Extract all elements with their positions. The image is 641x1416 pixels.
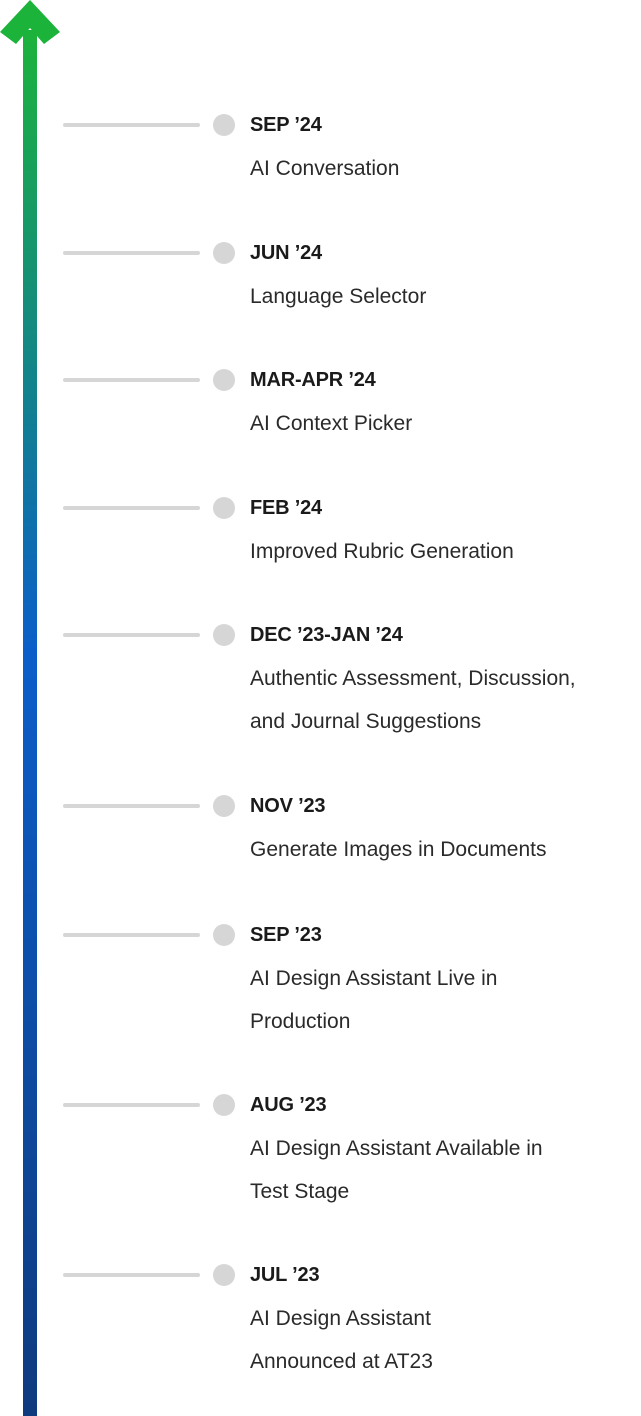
event-title: Authentic Assessment, Discussion, [250, 667, 576, 690]
event-dot [213, 114, 235, 136]
timeline-line [23, 30, 37, 1416]
event-date: MAR-APR ’24 [250, 369, 376, 391]
event-dot [213, 242, 235, 264]
event-title: AI Conversation [250, 157, 400, 180]
timeline-arrow [0, 0, 60, 1416]
timeline-axis [0, 0, 60, 1416]
event-dot [213, 1264, 235, 1286]
event-dot [213, 624, 235, 646]
event-connector [63, 1273, 200, 1277]
event-date: FEB ’24 [250, 497, 322, 519]
event-title: Announced at AT23 [250, 1350, 433, 1373]
event-dot [213, 795, 235, 817]
event-connector [63, 1103, 200, 1107]
event-title: Generate Images in Documents [250, 838, 547, 861]
event-date: SEP ’23 [250, 924, 322, 946]
event-title: Production [250, 1010, 351, 1033]
event-dot [213, 924, 235, 946]
event-title: AI Design Assistant Available in [250, 1137, 543, 1160]
event-connector [63, 804, 200, 808]
event-title: AI Design Assistant [250, 1307, 431, 1330]
event-connector [63, 378, 200, 382]
event-title: AI Design Assistant Live in [250, 967, 498, 990]
event-dot [213, 497, 235, 519]
event-connector [63, 933, 200, 937]
event-connector [63, 251, 200, 255]
event-title: Language Selector [250, 285, 427, 308]
event-dot [213, 369, 235, 391]
event-date: DEC ’23-JAN ’24 [250, 624, 403, 646]
event-date: JUN ’24 [250, 242, 322, 264]
event-date: AUG ’23 [250, 1094, 327, 1116]
event-title: AI Context Picker [250, 412, 413, 435]
event-title: Test Stage [250, 1180, 350, 1203]
event-date: NOV ’23 [250, 795, 326, 817]
event-title: and Journal Suggestions [250, 710, 482, 733]
event-connector [63, 506, 200, 510]
event-date: SEP ’24 [250, 114, 322, 136]
event-title: Improved Rubric Generation [250, 540, 514, 563]
event-connector [63, 123, 200, 127]
event-date: JUL ’23 [250, 1264, 320, 1286]
event-dot [213, 1094, 235, 1116]
event-connector [63, 633, 200, 637]
